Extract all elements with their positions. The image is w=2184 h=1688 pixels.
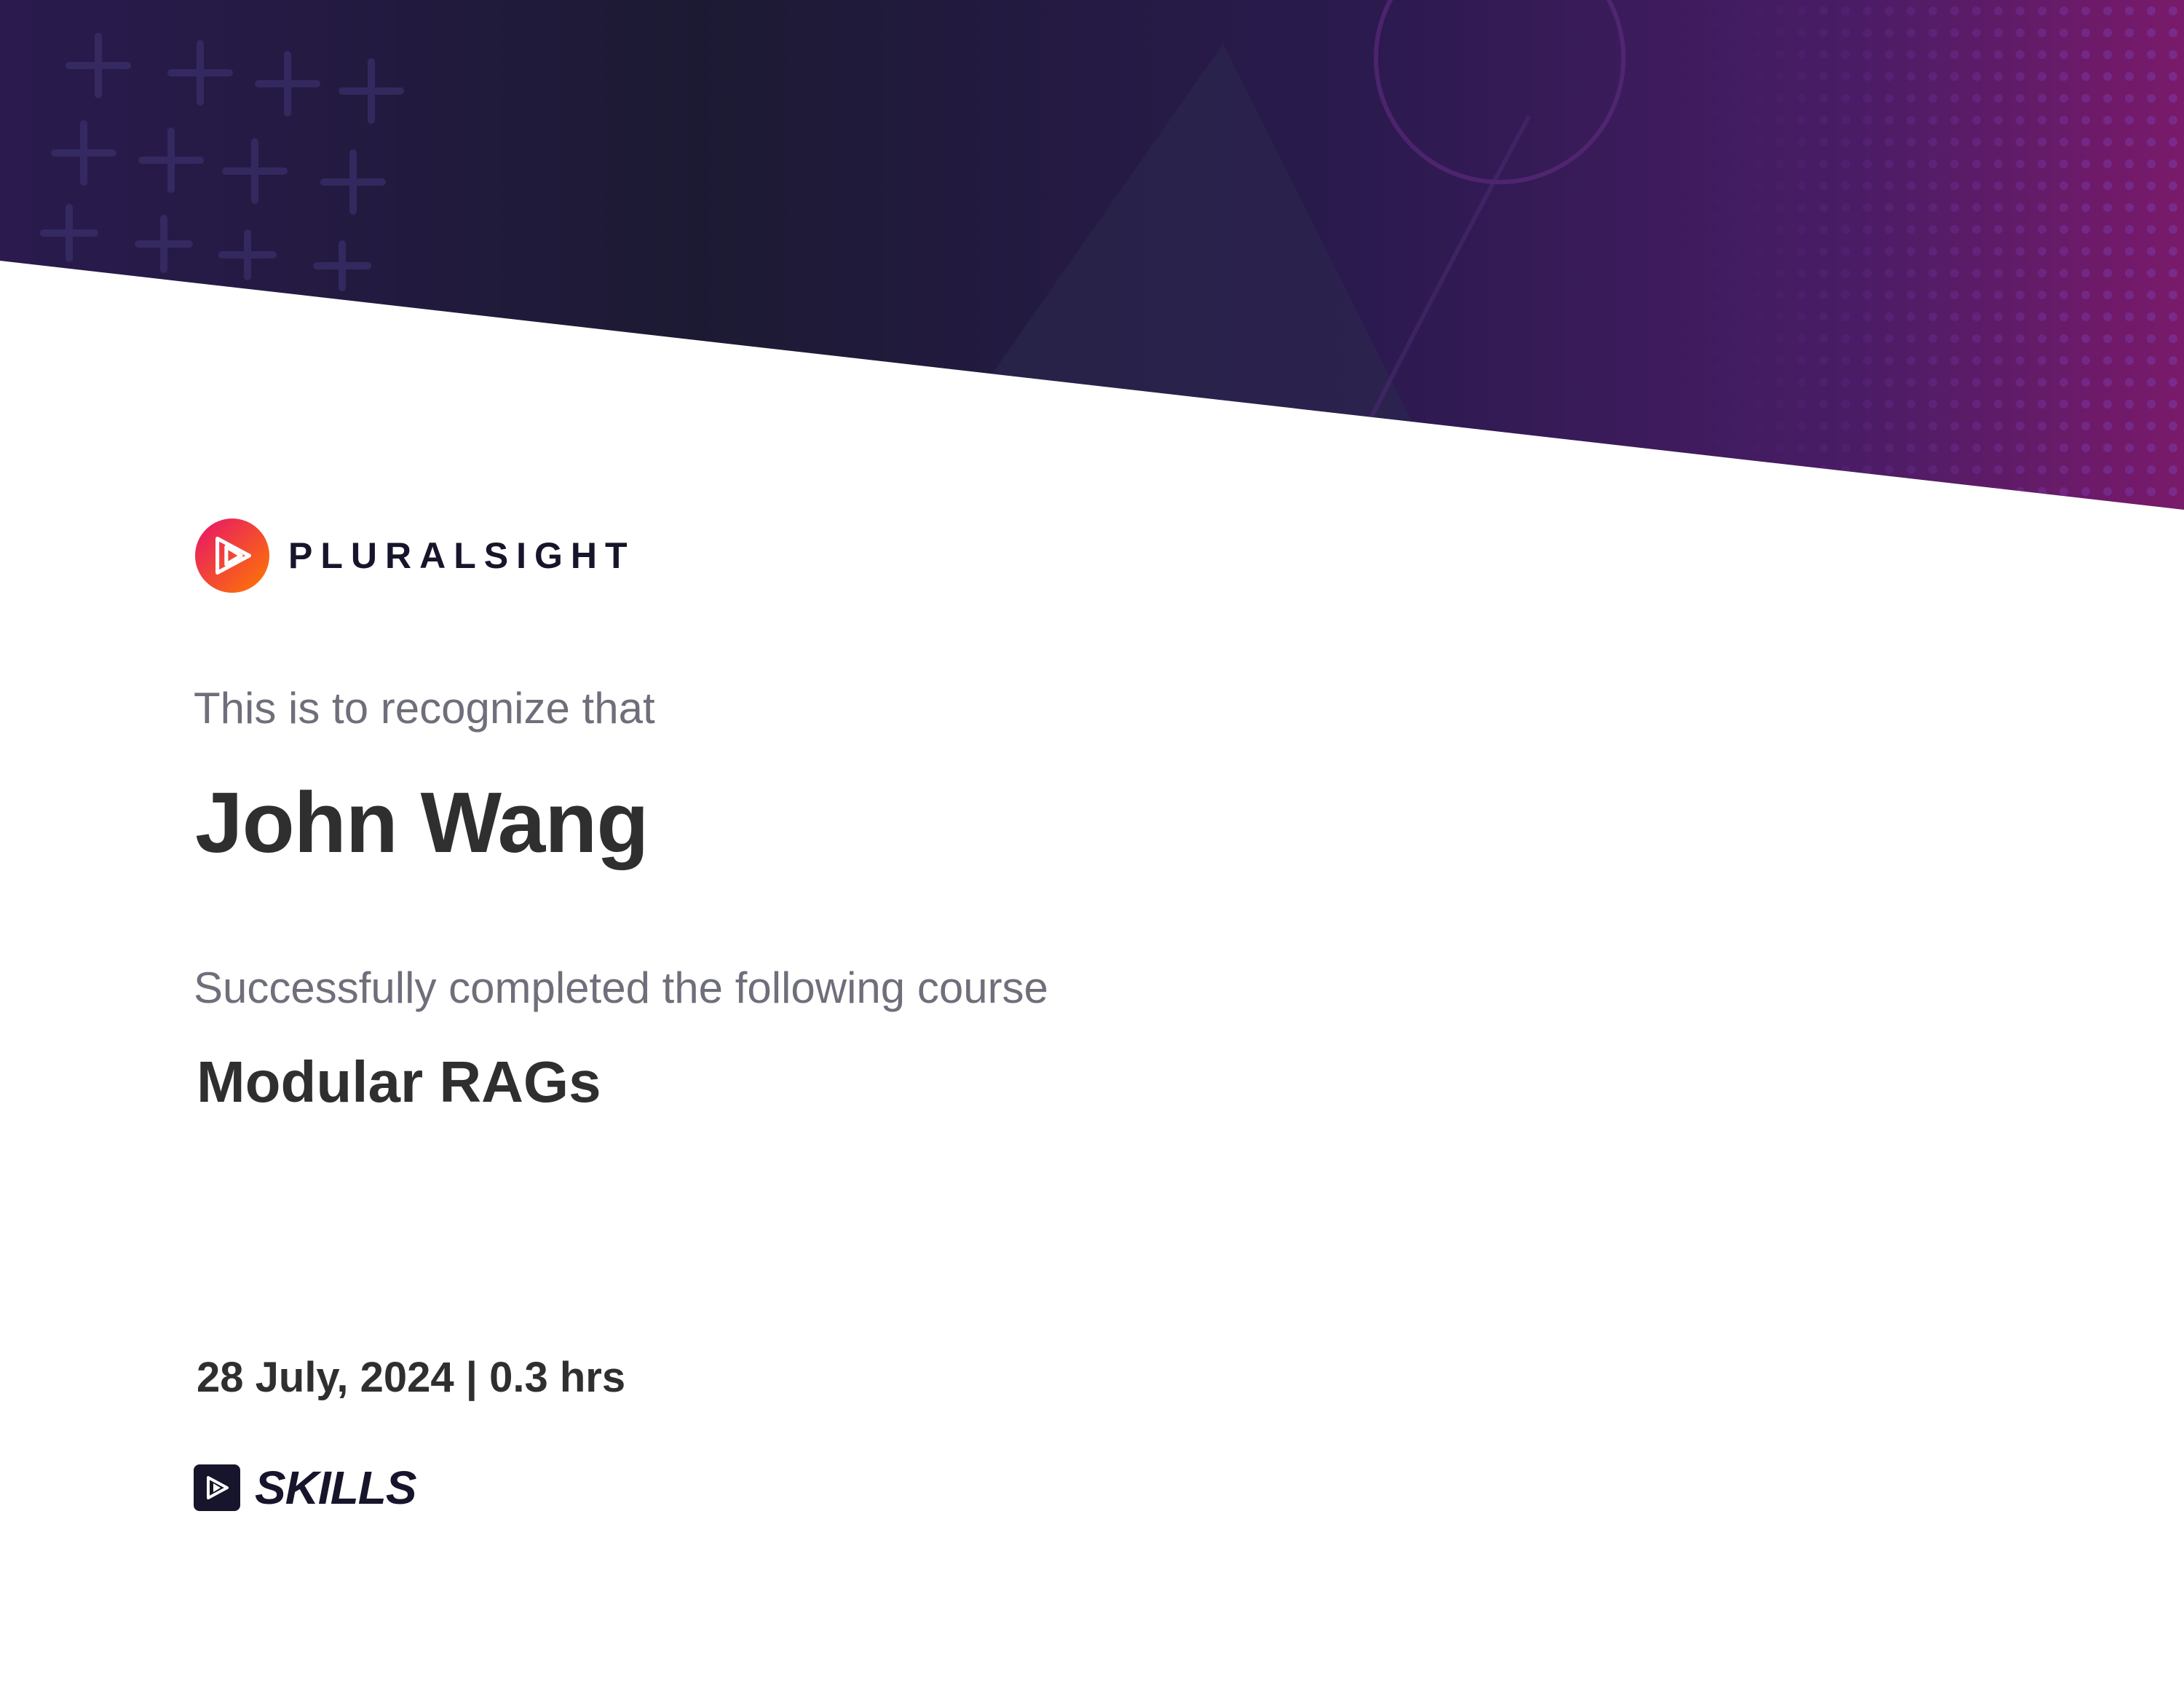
- completed-label: Successfully completed the following cou…: [194, 963, 1048, 1012]
- skills-label: SKILLS: [255, 1462, 417, 1514]
- intro-text: This is to recognize that: [194, 684, 655, 733]
- course-title: Modular RAGs: [197, 1049, 601, 1114]
- skills-badge: SKILLS: [194, 1461, 417, 1515]
- certificate-page: PLURALSIGHT This is to recognize that Jo…: [0, 0, 2184, 1688]
- pluralsight-play-icon: [195, 518, 269, 593]
- completion-date-duration: 28 July, 2024 | 0.3 hrs: [197, 1354, 626, 1401]
- brand-name: PLURALSIGHT: [288, 535, 636, 576]
- skills-play-icon: [194, 1464, 240, 1511]
- header-banner: [0, 0, 2184, 510]
- pluralsight-brand: PLURALSIGHT: [195, 518, 636, 593]
- recipient-name: John Wang: [195, 775, 649, 871]
